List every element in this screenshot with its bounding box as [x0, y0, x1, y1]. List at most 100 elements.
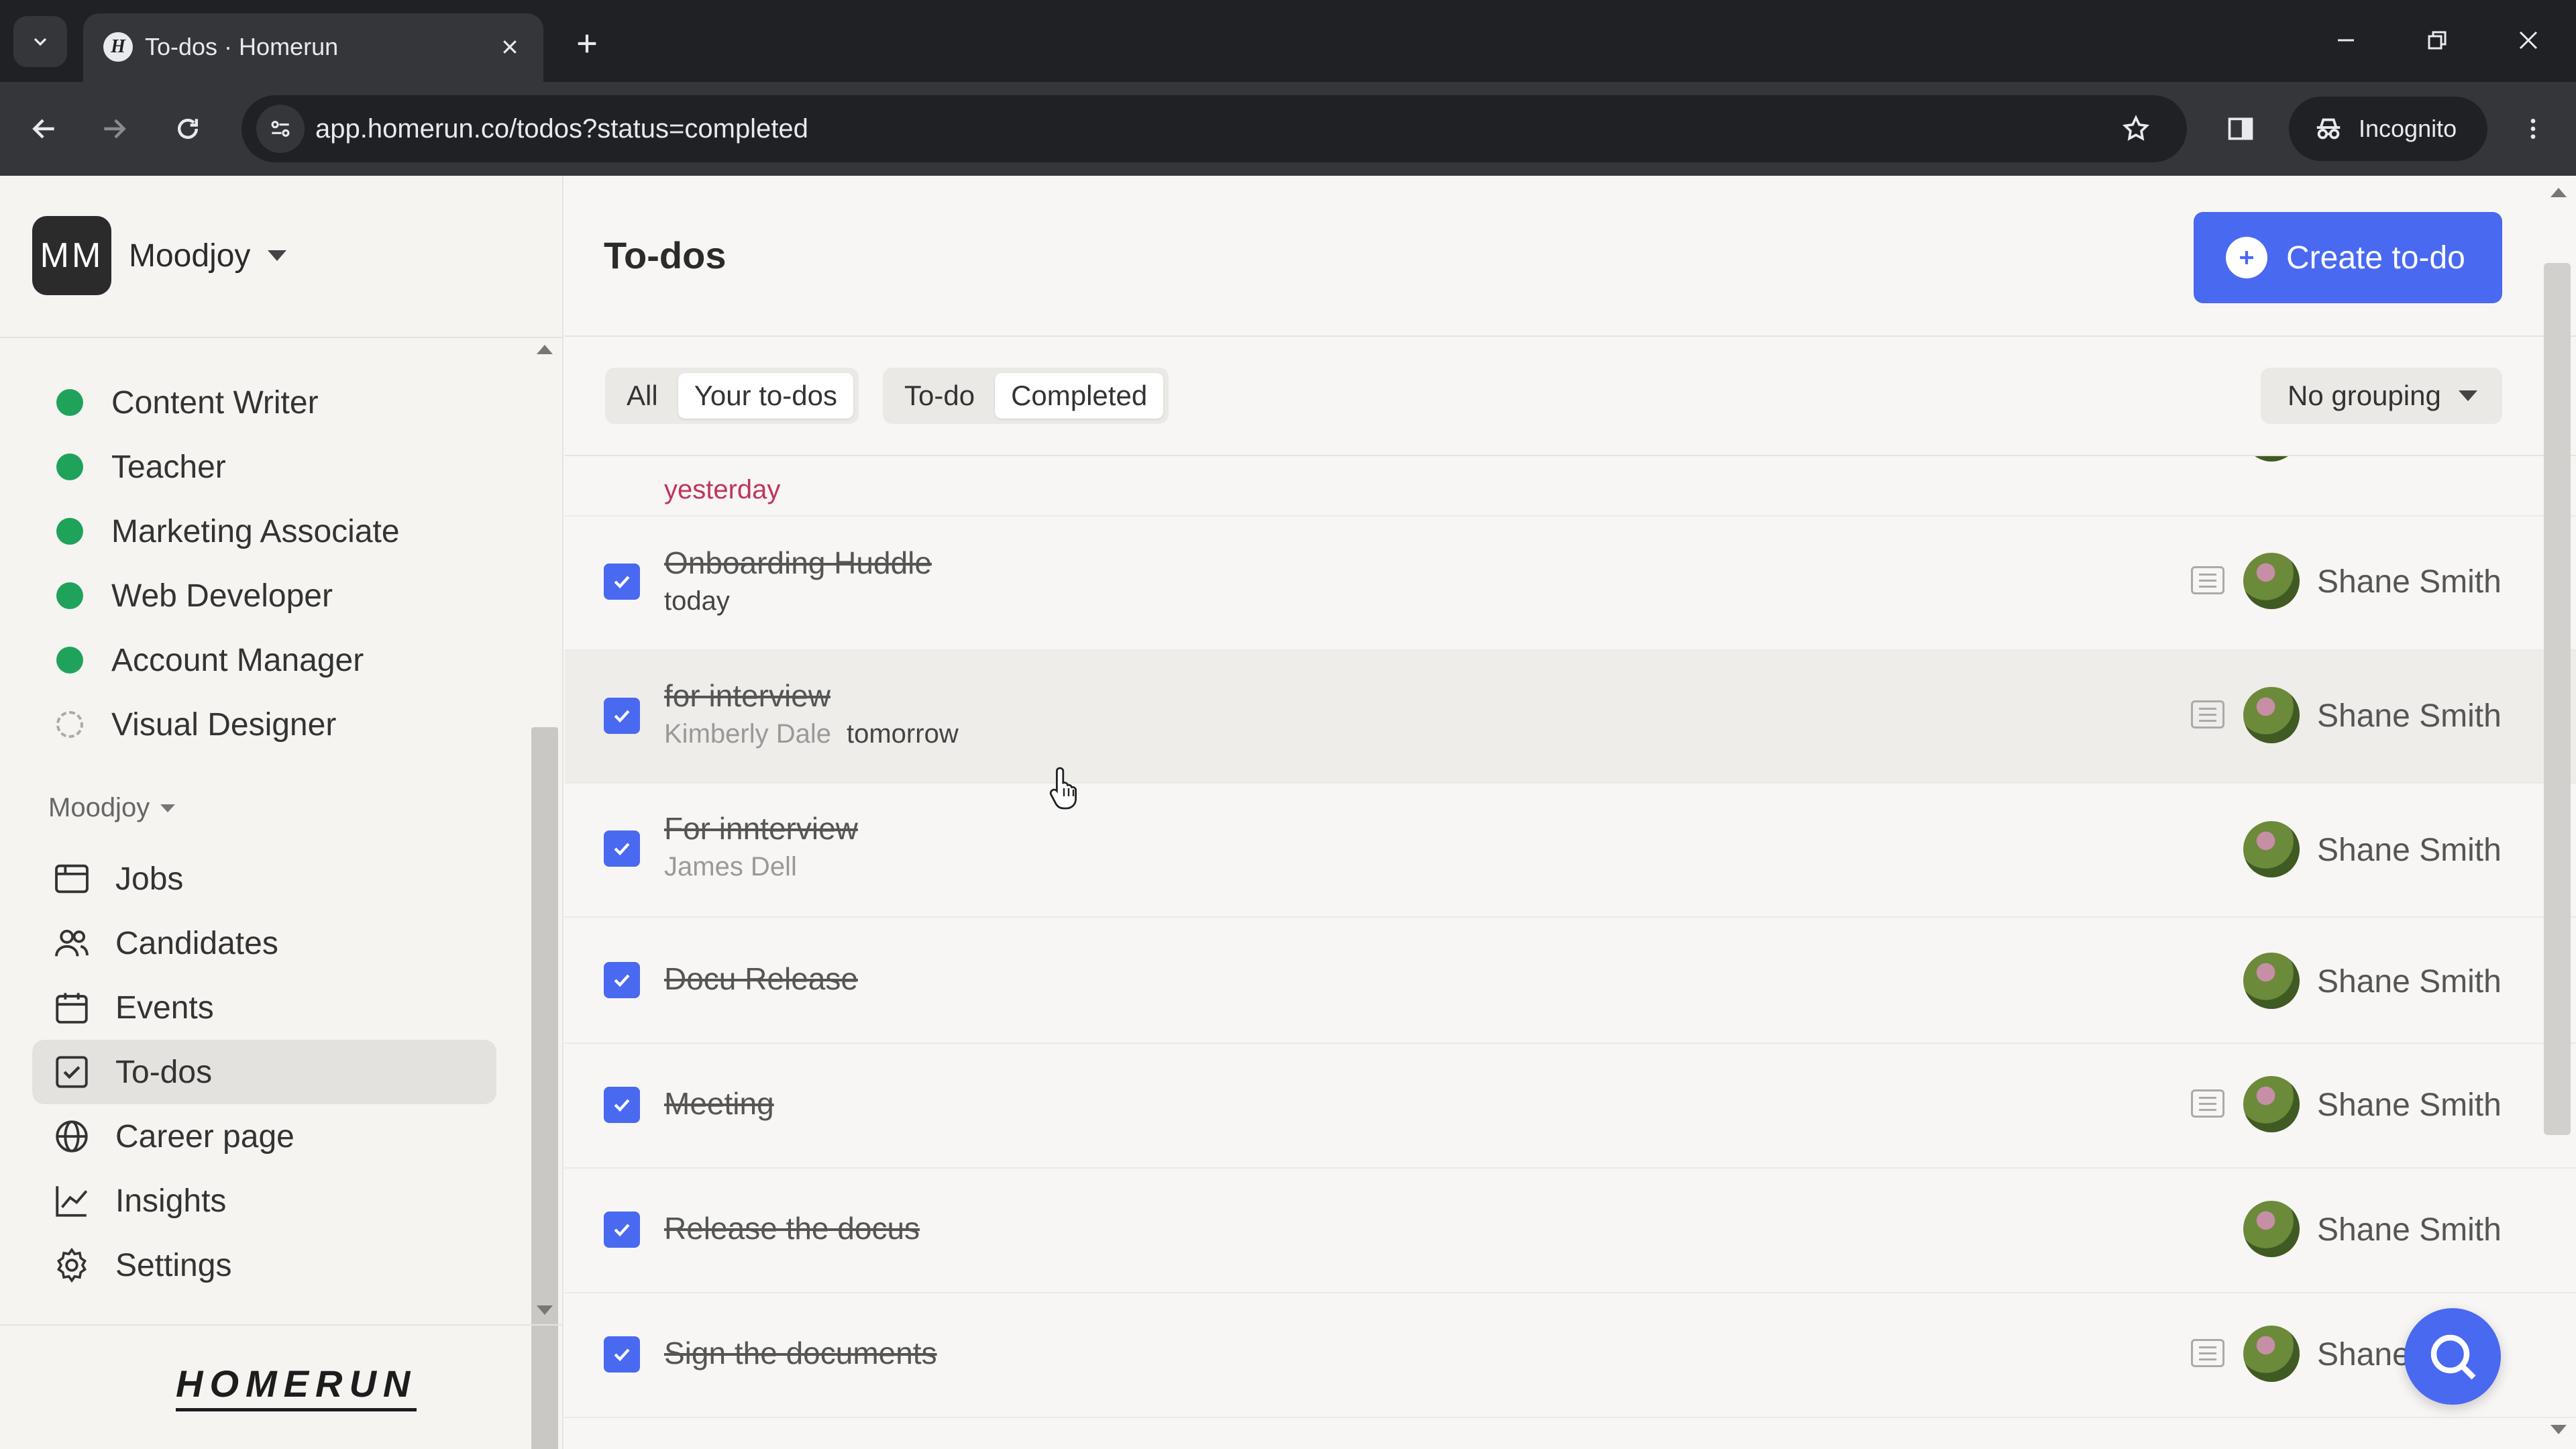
workspace-section-toggle[interactable]: Moodjoy — [48, 793, 176, 823]
browser-tabstrip: H To-dos · Homerun — [0, 0, 2576, 82]
sidebar: MM Moodjoy Content Writer Teacher Market… — [0, 176, 564, 1449]
avatar — [2243, 687, 2300, 743]
section-label: Moodjoy — [48, 793, 150, 822]
sidebar-scroll-thumb[interactable] — [531, 727, 558, 1449]
caret-down-icon — [268, 250, 287, 261]
chevron-down-icon — [34, 38, 47, 46]
todo-candidate[interactable]: James Dell — [664, 852, 797, 882]
scroll-down-arrow-icon[interactable] — [2551, 1425, 2567, 1434]
nav-item-settings[interactable]: Settings — [32, 1233, 496, 1297]
assignee-name: Shane Smith — [2317, 833, 2502, 868]
job-label: Content Writer — [111, 384, 319, 421]
job-item-visual-designer[interactable]: Visual Designer — [56, 692, 513, 757]
nav-label: Settings — [115, 1247, 232, 1283]
grouping-dropdown[interactable]: No grouping — [2261, 368, 2502, 424]
plus-circle-icon — [2226, 237, 2267, 278]
checked-checkbox-icon[interactable] — [604, 1087, 640, 1123]
note-icon — [2191, 1339, 2224, 1367]
help-search-button[interactable] — [2404, 1308, 2501, 1405]
caret-down-icon — [160, 804, 176, 812]
todo-title: for interview — [664, 678, 830, 713]
homerun-logo: HOMERUN — [176, 1362, 417, 1411]
job-label: Web Developer — [111, 578, 333, 614]
checked-checkbox-icon[interactable] — [604, 698, 640, 734]
published-status-dot — [56, 582, 83, 609]
nav-item-jobs[interactable]: Jobs — [32, 847, 496, 911]
nav-label: Events — [115, 989, 214, 1026]
todo-title: Onboarding Huddle — [664, 545, 932, 580]
nav-item-candidates[interactable]: Candidates — [32, 911, 496, 975]
todo-due: today — [664, 586, 730, 616]
filter-completed[interactable]: Completed — [995, 373, 1164, 419]
incognito-icon — [2316, 118, 2341, 140]
job-item-content-writer[interactable]: Content Writer — [56, 370, 513, 435]
todo-title: Docu Release — [664, 961, 858, 996]
checked-checkbox-icon[interactable] — [604, 1336, 640, 1373]
create-todo-button[interactable]: Create to-do — [2194, 212, 2502, 303]
assignee-name: Shane Smith — [2317, 1087, 2502, 1123]
scroll-down-arrow-icon[interactable] — [537, 1305, 553, 1315]
org-switcher[interactable]: MM Moodjoy — [32, 216, 287, 295]
nav-label: Candidates — [115, 925, 278, 961]
avatar — [2243, 953, 2300, 1009]
tab-search-button[interactable] — [13, 16, 67, 67]
page-title: To-dos — [604, 234, 727, 276]
globe-icon — [51, 1116, 93, 1157]
job-item-teacher[interactable]: Teacher — [56, 435, 513, 499]
back-arrow-icon[interactable] — [17, 102, 71, 156]
incognito-label: Incognito — [2359, 115, 2457, 142]
job-item-account-manager[interactable]: Account Manager — [56, 628, 513, 692]
caret-down-icon — [2458, 390, 2477, 401]
browser-menu-icon[interactable] — [2506, 102, 2560, 156]
checked-checkbox-icon[interactable] — [604, 1212, 640, 1248]
address-bar[interactable]: app.homerun.co/todos?status=completed — [241, 95, 2187, 162]
reload-icon[interactable] — [161, 102, 215, 156]
search-icon — [2430, 1334, 2476, 1380]
nav-item-todos[interactable]: To-dos — [32, 1040, 496, 1104]
todo-candidate[interactable]: Kimberly Dale — [664, 719, 831, 749]
new-tab-icon[interactable] — [564, 20, 610, 67]
divider — [0, 337, 562, 338]
tab-close-icon[interactable] — [491, 28, 529, 66]
nav-item-insights[interactable]: Insights — [32, 1169, 496, 1233]
briefcase-icon — [51, 858, 93, 900]
filter-your-todos[interactable]: Your to-dos — [678, 373, 853, 419]
todo-row[interactable]: for interview Kimberly Dale tomorrow Sha… — [565, 651, 2576, 784]
checked-checkbox-icon[interactable] — [604, 564, 640, 600]
assignee-name: Shane Smith — [2317, 1212, 2502, 1248]
bookmark-star-icon[interactable] — [2112, 105, 2160, 153]
job-item-marketing-associate[interactable]: Marketing Associate — [56, 499, 513, 564]
main-scroll-thumb[interactable] — [2544, 263, 2571, 1135]
site-settings-icon[interactable] — [256, 105, 305, 153]
homerun-favicon-icon: H — [103, 32, 133, 62]
incognito-indicator[interactable]: Incognito — [2289, 97, 2487, 161]
main-nav: Jobs Candidates Events To-dos Career pag… — [32, 847, 496, 1297]
todo-row[interactable]: Meeting Shane Smith — [565, 1044, 2576, 1169]
filter-all[interactable]: All — [610, 373, 674, 419]
todo-row[interactable]: Release the docus Shane Smith — [565, 1169, 2576, 1293]
todo-title: Sign the documents — [664, 1336, 937, 1371]
jobs-list: Content Writer Teacher Marketing Associa… — [56, 370, 513, 757]
window-close-icon[interactable] — [2498, 13, 2559, 67]
todo-row[interactable]: yesterday — [565, 456, 2576, 517]
job-label: Visual Designer — [111, 706, 337, 743]
todo-row[interactable]: Onboarding Huddle today Shane Smith — [565, 517, 2576, 651]
browser-tab-active[interactable]: H To-dos · Homerun — [83, 13, 543, 82]
todo-row[interactable]: Sign the documents Shane — [565, 1293, 2576, 1418]
todo-row[interactable]: Docu Release Shane Smith — [565, 918, 2576, 1044]
minimize-icon[interactable] — [2316, 13, 2376, 67]
note-icon — [2191, 1089, 2224, 1118]
scroll-up-arrow-icon[interactable] — [2551, 188, 2567, 197]
nav-item-career-page[interactable]: Career page — [32, 1104, 496, 1169]
checked-checkbox-icon[interactable] — [604, 830, 640, 867]
nav-item-events[interactable]: Events — [32, 975, 496, 1040]
note-icon — [2191, 700, 2224, 729]
todo-row[interactable]: For innterview James Dell Shane Smith — [565, 784, 2576, 918]
job-item-web-developer[interactable]: Web Developer — [56, 564, 513, 628]
scroll-up-arrow-icon[interactable] — [537, 345, 553, 354]
forward-arrow-icon[interactable] — [87, 102, 141, 156]
restore-icon[interactable] — [2407, 13, 2467, 67]
filter-todo[interactable]: To-do — [888, 373, 991, 419]
checked-checkbox-icon[interactable] — [604, 962, 640, 998]
side-panel-icon[interactable] — [2214, 102, 2267, 156]
